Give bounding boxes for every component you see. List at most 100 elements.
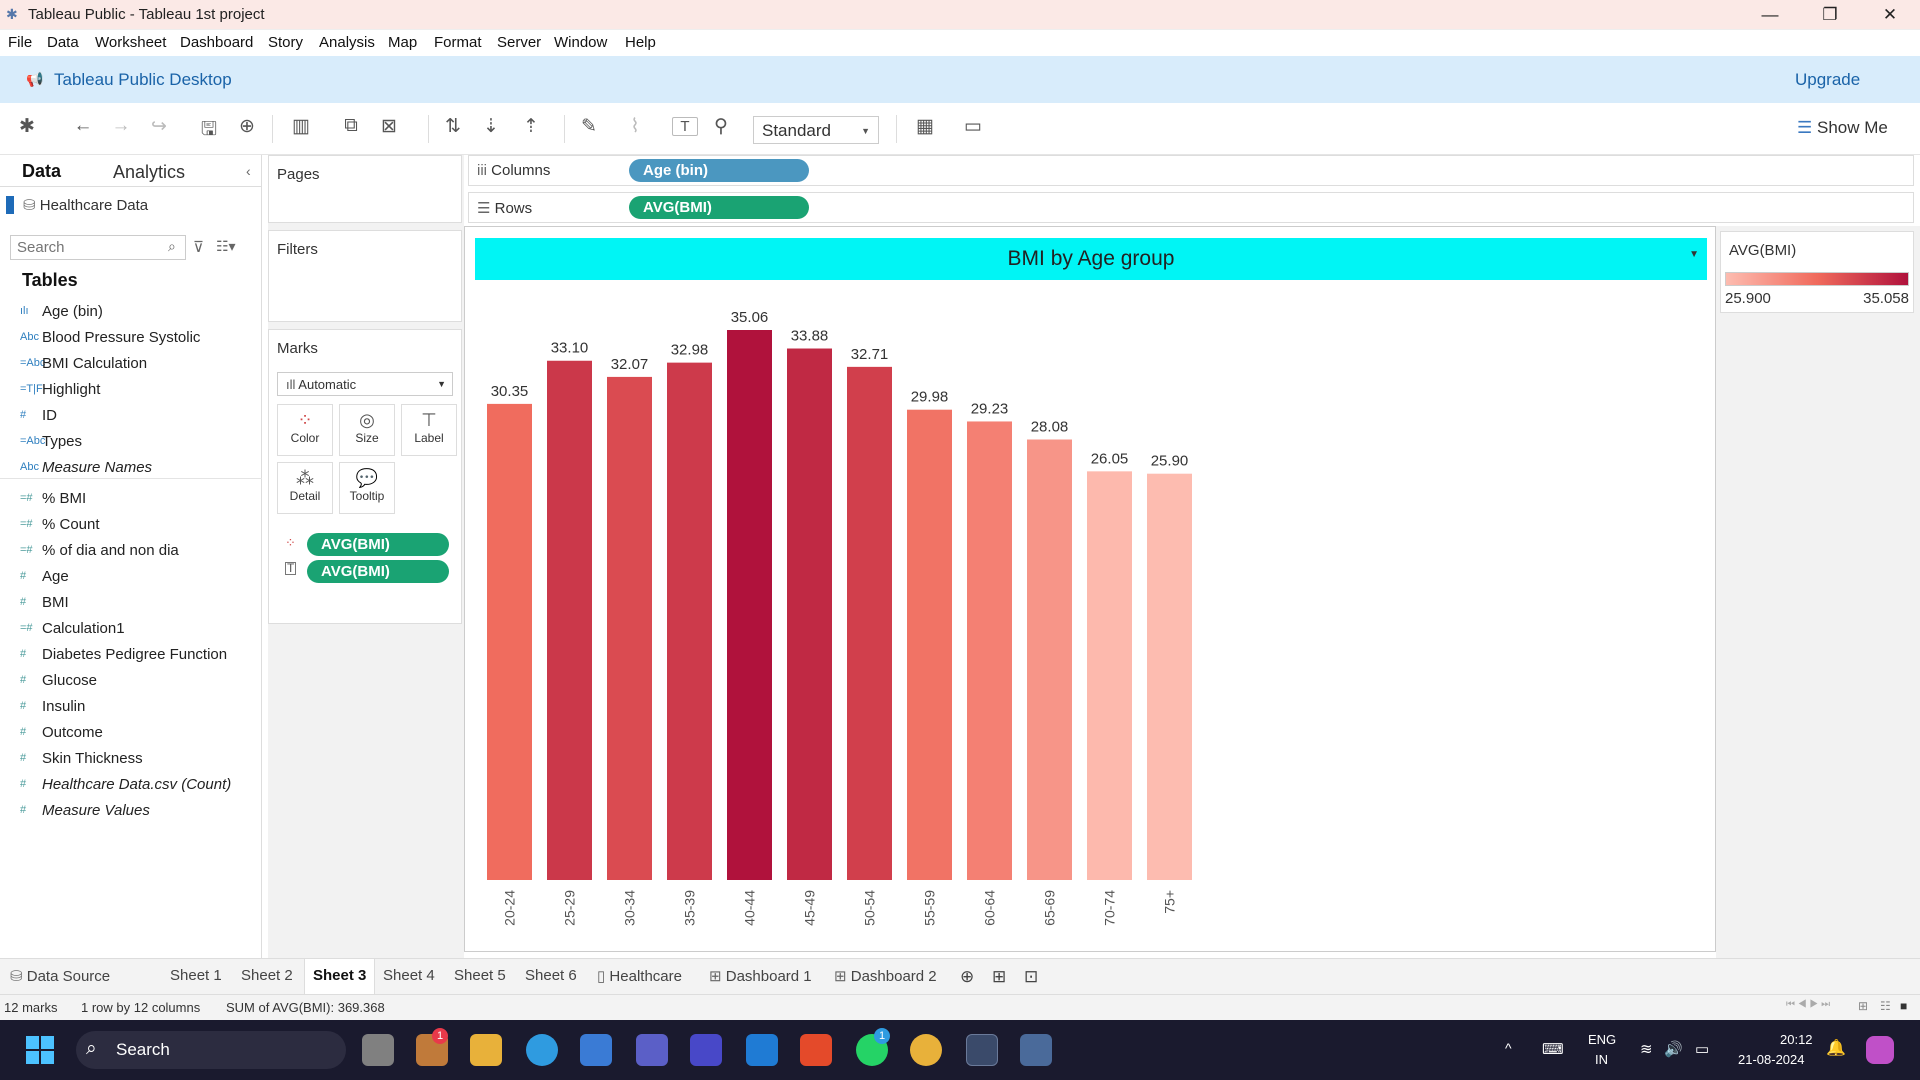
menu-worksheet[interactable]: Worksheet xyxy=(95,34,166,51)
clock-time[interactable]: 20:12 xyxy=(1780,1032,1813,1047)
bar-70-74[interactable] xyxy=(1087,471,1132,880)
rows-pill[interactable]: AVG(BMI) xyxy=(629,196,809,219)
detail-button[interactable]: ⁂ Detail xyxy=(277,462,333,514)
field-item[interactable]: # Skin Thickness xyxy=(20,746,143,770)
bar-65-69[interactable] xyxy=(1027,439,1072,880)
search-input[interactable] xyxy=(10,235,186,260)
taskbar-search[interactable]: ⌕ Search xyxy=(76,1031,346,1069)
show-cards-icon[interactable]: ▦ xyxy=(912,115,938,138)
tab-analytics[interactable]: Analytics xyxy=(113,162,185,183)
bar-45-49[interactable] xyxy=(787,348,832,880)
keyboard-icon[interactable]: ⌨ xyxy=(1542,1040,1564,1058)
replay-icon[interactable]: ↪ xyxy=(146,115,172,138)
tableau-public-taskbar-icon[interactable] xyxy=(1020,1034,1052,1066)
sheet-sorter-icon[interactable]: ⊞ xyxy=(1858,999,1868,1013)
tab-dashboard-2[interactable]: ⊞ Dashboard 2 xyxy=(834,967,937,985)
mark-type-dropdown[interactable]: ıll Automatic ▼ xyxy=(277,372,453,396)
menu-data[interactable]: Data xyxy=(47,34,79,51)
language-primary[interactable]: ENG xyxy=(1588,1032,1616,1047)
bar-40-44[interactable] xyxy=(727,330,772,880)
bar-30-34[interactable] xyxy=(607,376,652,880)
filter-icon[interactable]: ⊽ xyxy=(193,238,204,256)
tab-dashboard-1[interactable]: ⊞ Dashboard 1 xyxy=(709,967,812,985)
field-item[interactable]: =# % BMI xyxy=(20,486,86,510)
highlight-icon[interactable]: ✎ xyxy=(576,115,602,138)
field-item[interactable]: # Age xyxy=(20,564,69,588)
bar-35-39[interactable] xyxy=(667,362,712,880)
field-item[interactable]: =Abc Types xyxy=(20,429,82,453)
tab-data-source[interactable]: ⛁ Data Source xyxy=(10,967,110,985)
teams-icon[interactable] xyxy=(636,1034,668,1066)
label-pill[interactable]: AVG(BMI) xyxy=(307,560,449,583)
volume-icon[interactable]: 🔊 xyxy=(1664,1040,1683,1058)
field-item[interactable]: # Diabetes Pedigree Function xyxy=(20,642,227,666)
sort-ascending-icon[interactable]: ⇣ xyxy=(478,115,504,138)
field-item[interactable]: # Outcome xyxy=(20,720,103,744)
bar-20-24[interactable] xyxy=(487,403,532,880)
close-icon[interactable]: ✕ xyxy=(1860,0,1920,30)
wps-icon[interactable] xyxy=(800,1034,832,1066)
tabs-view-icon[interactable]: ■ xyxy=(1900,999,1907,1013)
field-item[interactable]: =T|F Highlight xyxy=(20,377,100,401)
task-view-icon[interactable] xyxy=(362,1034,394,1066)
bar-55-59[interactable] xyxy=(907,409,952,880)
new-dashboard-tab-icon[interactable]: ⊞ xyxy=(992,967,1006,987)
upgrade-link[interactable]: Upgrade xyxy=(1795,70,1860,90)
edge-icon[interactable] xyxy=(526,1034,558,1066)
field-item[interactable]: # Glucose xyxy=(20,668,97,692)
color-legend[interactable]: AVG(BMI) 25.900 35.058 xyxy=(1720,231,1914,313)
sheet-nav-icon[interactable]: ⏮ ◀ ▶ ⏭ xyxy=(1786,999,1830,1010)
menu-window[interactable]: Window xyxy=(554,34,607,51)
tab-healthcare[interactable]: ▯ Healthcare xyxy=(597,967,682,985)
swap-icon[interactable]: ⇅ xyxy=(440,115,466,138)
show-labels-icon[interactable]: T xyxy=(672,117,698,136)
size-button[interactable]: ◎ Size xyxy=(339,404,395,456)
save-icon[interactable]: 🖫 xyxy=(196,115,222,147)
bar-75+[interactable] xyxy=(1147,473,1192,880)
menu-server[interactable]: Server xyxy=(497,34,541,51)
minimize-icon[interactable]: — xyxy=(1740,0,1800,30)
presentation-icon[interactable]: ▭ xyxy=(960,115,986,138)
fit-dropdown[interactable]: Standard ▼ xyxy=(753,116,879,144)
tab-sheet-1[interactable]: Sheet 1 xyxy=(170,967,222,984)
bar-50-54[interactable] xyxy=(847,366,892,880)
new-worksheet-tab-icon[interactable]: ⊕ xyxy=(960,967,974,987)
field-item[interactable]: ılı Age (bin) xyxy=(20,299,103,323)
windows-start-icon[interactable] xyxy=(26,1036,54,1064)
field-item[interactable]: # BMI xyxy=(20,590,69,614)
tooltip-button[interactable]: 💬 Tooltip xyxy=(339,462,395,514)
redo-icon[interactable]: → xyxy=(108,115,134,137)
view-options-icon[interactable]: ☷▾ xyxy=(216,238,236,255)
restore-icon[interactable]: ❐ xyxy=(1800,0,1860,30)
tab-sheet-4[interactable]: Sheet 4 xyxy=(383,967,435,984)
file-explorer-icon[interactable] xyxy=(470,1034,502,1066)
field-item[interactable]: =# % of dia and non dia xyxy=(20,538,179,562)
color-button[interactable]: ⁘ Color xyxy=(277,404,333,456)
field-item[interactable]: # Healthcare Data.csv (Count) xyxy=(20,772,231,796)
field-item[interactable]: =# % Count xyxy=(20,512,100,536)
datasource-item[interactable]: ⛁ Healthcare Data xyxy=(23,196,148,214)
bar-25-29[interactable] xyxy=(547,360,592,880)
copilot-tray-icon[interactable] xyxy=(1866,1036,1894,1064)
undo-icon[interactable]: ← xyxy=(70,115,96,137)
show-me-button[interactable]: ☰ Show Me xyxy=(1797,118,1888,138)
group-icon[interactable]: ⌇ xyxy=(622,115,648,138)
mail-icon[interactable] xyxy=(746,1034,778,1066)
menu-help[interactable]: Help xyxy=(625,34,656,51)
menu-format[interactable]: Format xyxy=(434,34,482,51)
filmstrip-icon[interactable]: ☷ xyxy=(1880,999,1891,1013)
tableau-icon[interactable]: ✱ xyxy=(14,115,40,138)
new-worksheet-icon[interactable]: ▥ xyxy=(288,115,314,138)
menu-analysis[interactable]: Analysis xyxy=(319,34,375,51)
chrome-icon[interactable] xyxy=(910,1034,942,1066)
duplicate-sheet-icon[interactable]: ⧉ xyxy=(338,115,364,137)
fix-axes-icon[interactable]: ⚲ xyxy=(708,115,734,138)
filters-card[interactable]: Filters xyxy=(268,230,462,322)
field-item[interactable]: Abc Blood Pressure Systolic xyxy=(20,325,200,349)
battery-icon[interactable]: ▭ xyxy=(1695,1040,1709,1058)
color-pill[interactable]: AVG(BMI) xyxy=(307,533,449,556)
title-menu-icon[interactable]: ▼ xyxy=(1689,249,1699,260)
tab-sheet-3[interactable]: Sheet 3 xyxy=(304,959,376,995)
wifi-icon[interactable]: ≋ xyxy=(1640,1040,1653,1058)
menu-file[interactable]: File xyxy=(8,34,32,51)
